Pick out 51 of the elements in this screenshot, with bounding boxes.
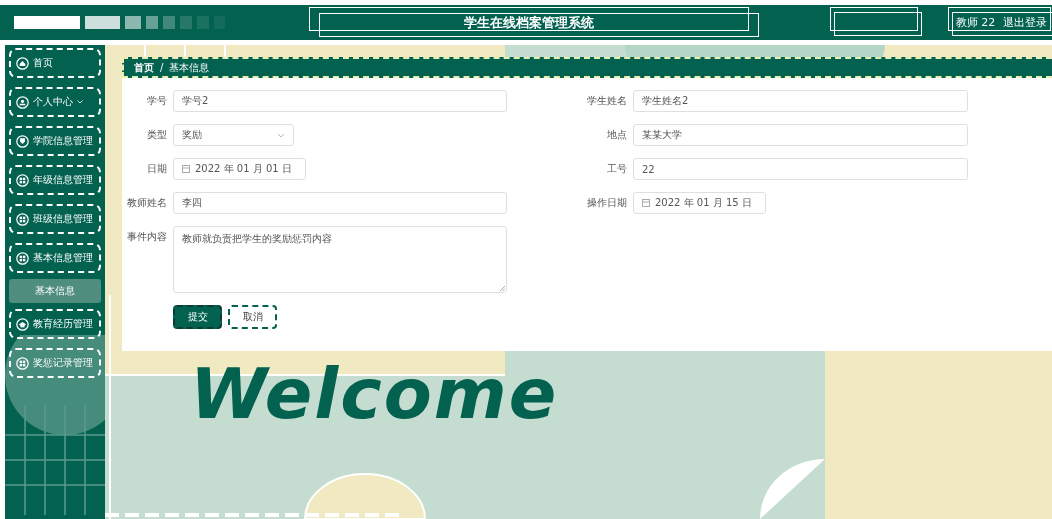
home-icon — [16, 56, 29, 70]
text-field[interactable]: 学号2 — [173, 90, 507, 112]
breadcrumb-link[interactable]: 首页 — [134, 60, 154, 75]
breadcrumb-link[interactable]: 基本信息 — [169, 60, 210, 75]
field-label: 日期 — [146, 162, 167, 176]
date-field[interactable]: 2022 年 01 月 15 日 — [633, 192, 766, 214]
sidebar-item[interactable]: 班级信息管理 — [9, 204, 101, 234]
sidebar-item[interactable]: 个人中心 — [9, 87, 101, 117]
select-field[interactable]: 奖励 — [173, 124, 294, 146]
date-field[interactable]: 2022 年 01 月 01 日 — [173, 158, 306, 180]
badge-icon — [16, 134, 29, 148]
sidebar-item[interactable]: 教育经历管理 — [9, 309, 101, 339]
field-label: 操作日期 — [586, 196, 627, 210]
app-title: 学生在线档案管理系统 — [464, 13, 594, 32]
sidebar-item[interactable]: 基本信息管理 — [9, 243, 101, 273]
field-label: 工号 — [606, 162, 627, 176]
chevron-icon — [277, 132, 285, 138]
calendar-icon — [642, 199, 650, 207]
grid-icon — [16, 173, 29, 187]
field-label: 学号 — [146, 94, 167, 108]
field-label: 事件内容 — [126, 230, 167, 244]
grid-icon — [16, 251, 29, 265]
field-label: 类型 — [146, 128, 167, 142]
submit-button[interactable]: 提交 — [173, 305, 222, 329]
text-field[interactable]: 22 — [633, 158, 968, 180]
sidebar-item[interactable]: 学院信息管理 — [9, 126, 101, 156]
field-label: 学生姓名 — [586, 94, 627, 108]
date-value: 2022 年 01 月 15 日 — [655, 196, 752, 210]
textarea-field[interactable]: 教师就负责把学生的奖励惩罚内容 — [173, 226, 507, 293]
text-field[interactable]: 学生姓名2 — [633, 90, 968, 112]
sidebar-subitem[interactable]: 基本信息 — [9, 279, 101, 303]
welcome-heading: Welcome — [190, 353, 559, 435]
field-label: 教师姓名 — [126, 196, 167, 210]
logout-link[interactable]: 退出登录 — [1003, 15, 1048, 30]
text-field[interactable]: 某某大学 — [633, 124, 968, 146]
user-icon — [16, 95, 29, 109]
sidebar-item[interactable]: 首页 — [9, 48, 101, 78]
sidebar-item[interactable]: 奖惩记录管理 — [9, 348, 101, 378]
chevron-icon — [77, 100, 83, 104]
field-label: 地点 — [606, 128, 627, 142]
date-value: 2022 年 01 月 01 日 — [195, 162, 292, 176]
breadcrumb-separator: / — [160, 62, 164, 73]
text-field[interactable]: 李四 — [173, 192, 507, 214]
calendar-icon — [182, 165, 190, 173]
cap-icon — [16, 317, 29, 331]
grid-icon — [16, 212, 29, 226]
cancel-button[interactable]: 取消 — [228, 305, 277, 329]
sidebar-item[interactable]: 年级信息管理 — [9, 165, 101, 195]
resize-handle-icon — [500, 286, 505, 291]
user-name: 教师 22 — [955, 15, 996, 30]
grid-icon — [16, 356, 29, 370]
